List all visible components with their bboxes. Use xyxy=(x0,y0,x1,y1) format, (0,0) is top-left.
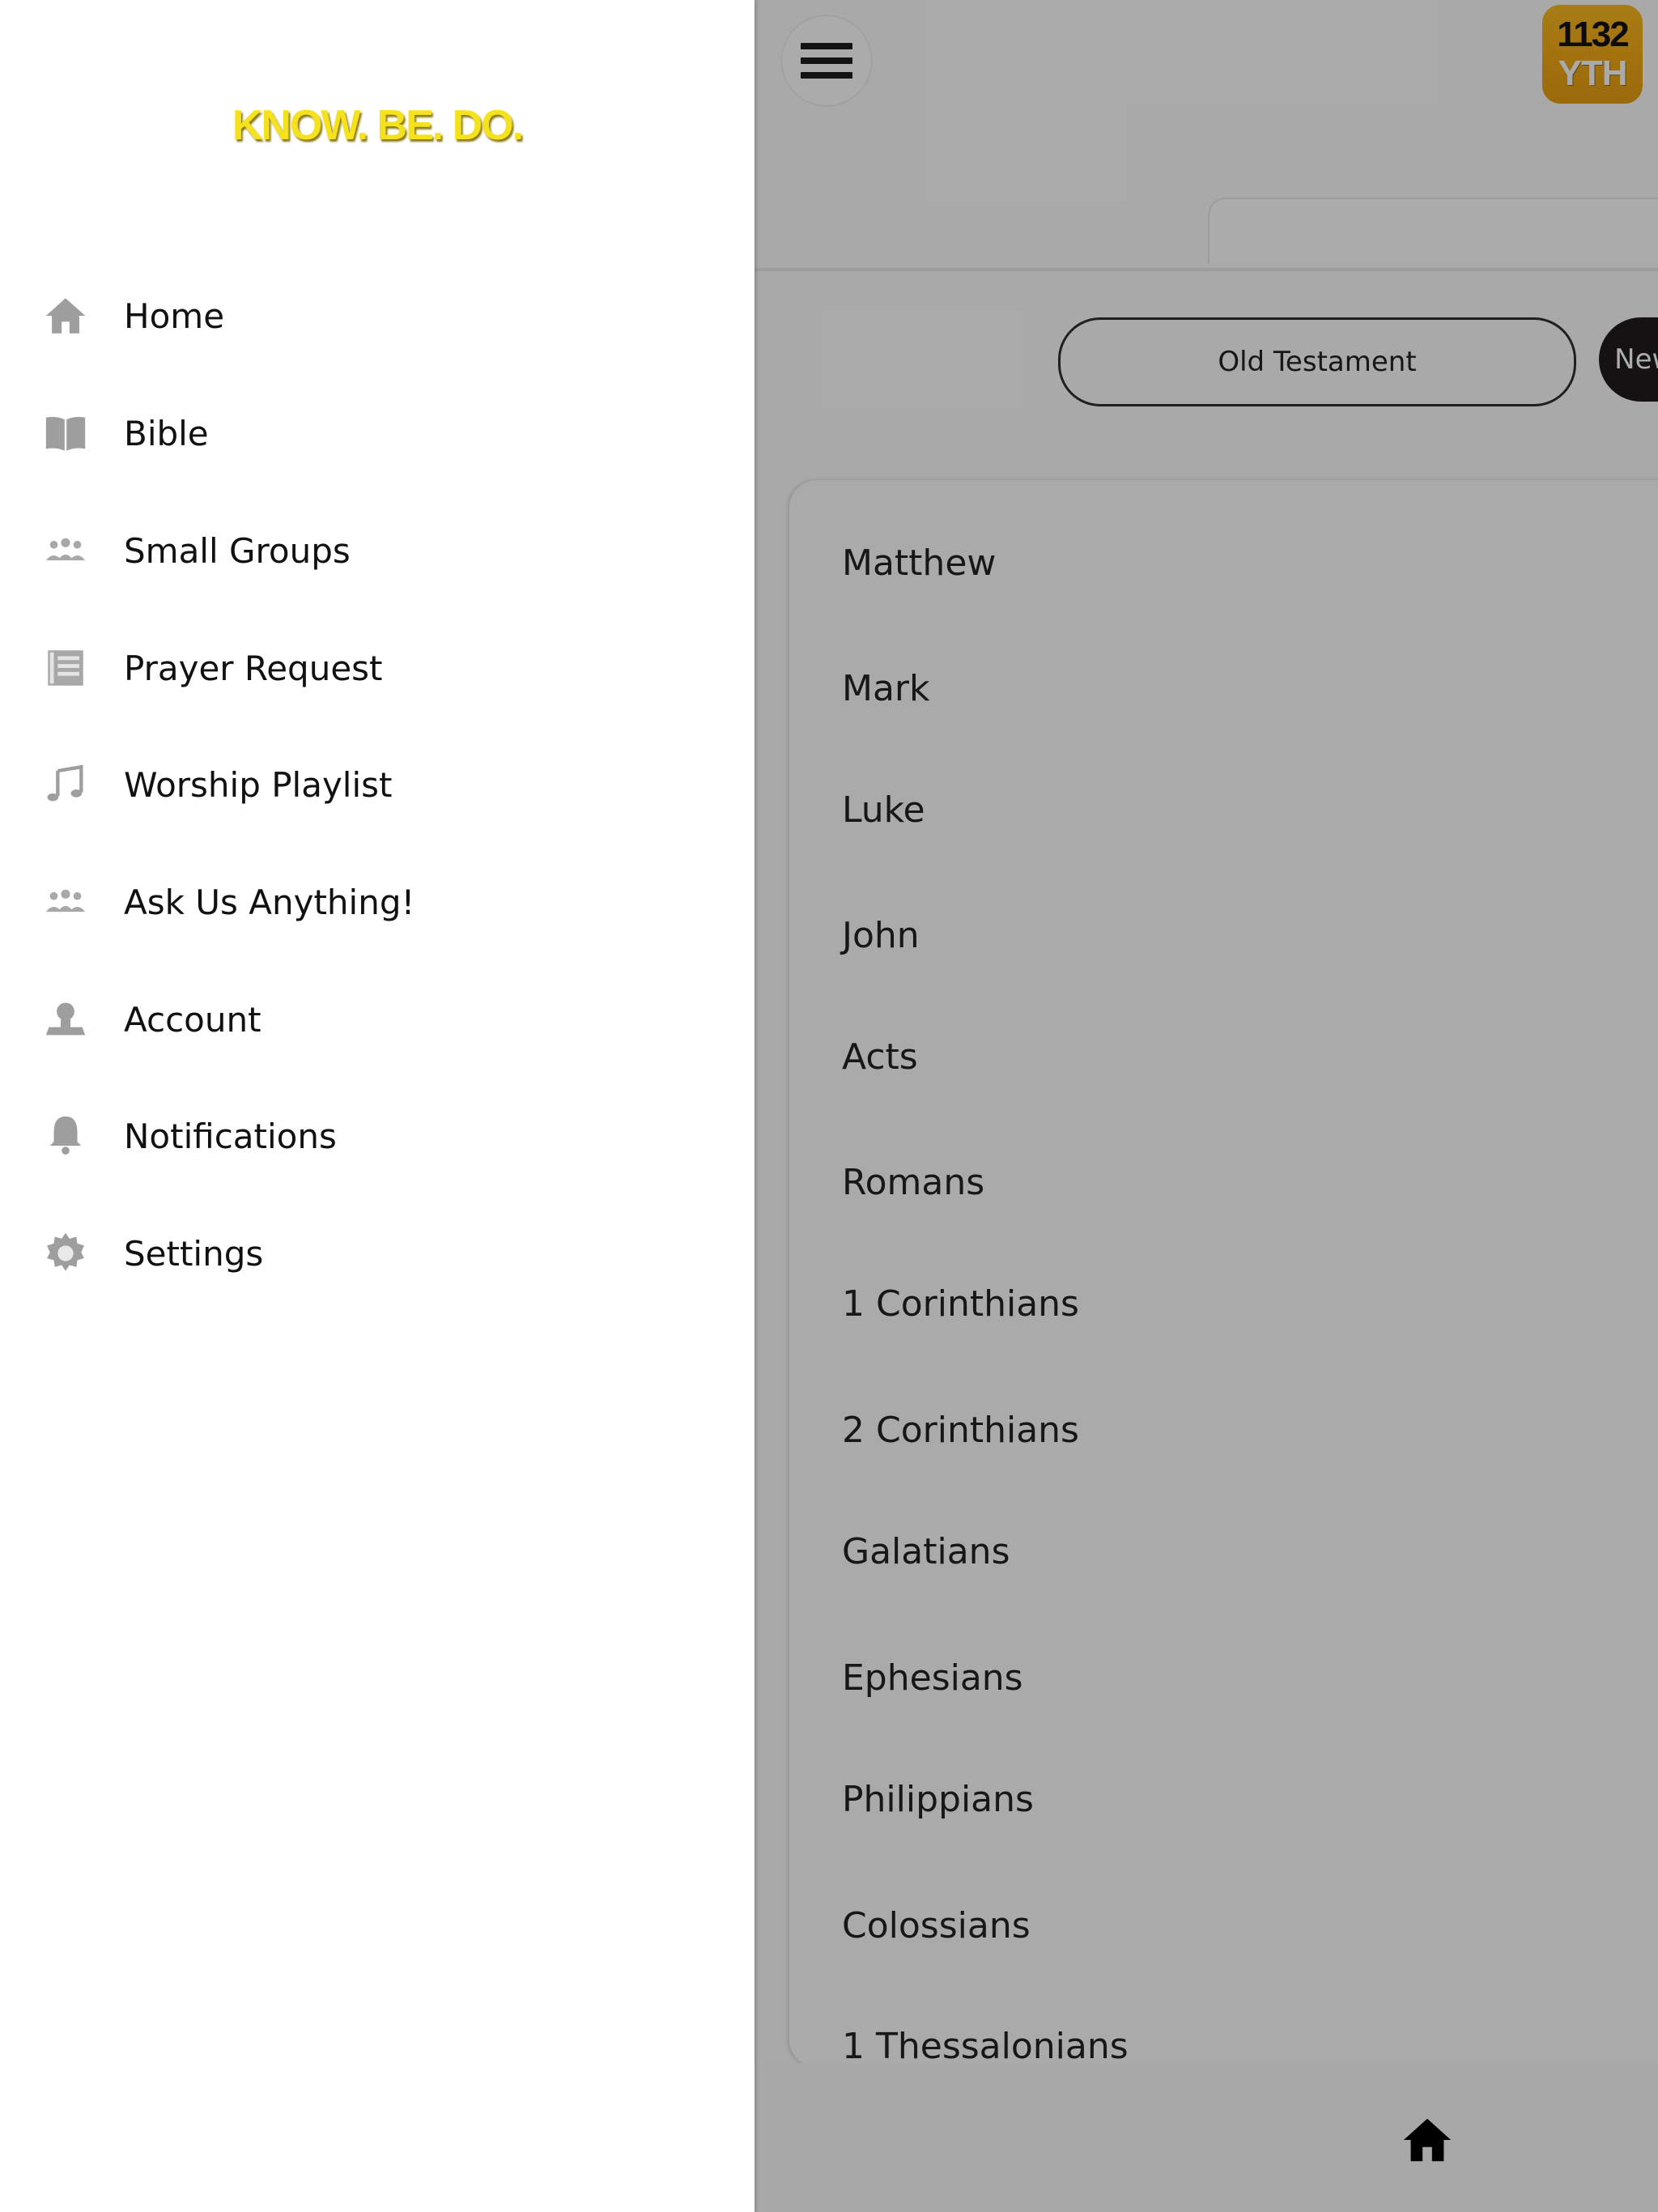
book-icon xyxy=(40,408,91,458)
book-list-item[interactable]: Acts xyxy=(842,1033,918,1082)
person-icon xyxy=(40,994,91,1044)
book-list-item[interactable]: Romans xyxy=(842,1159,984,1207)
book-list-item[interactable]: Galatians xyxy=(842,1528,1010,1576)
book-list-item[interactable]: John xyxy=(842,912,920,960)
app-logo-badge: 1132 YTH xyxy=(1542,5,1643,104)
drawer-item-settings[interactable]: Settings xyxy=(0,1205,755,1302)
badge-line1: 1132 xyxy=(1557,15,1629,54)
drawer-item-small-groups[interactable]: Small Groups xyxy=(0,502,755,599)
drawer-item-notifications[interactable]: Notifications xyxy=(0,1087,755,1185)
book-list-item[interactable]: Philippians xyxy=(842,1776,1034,1824)
group-icon xyxy=(40,525,91,576)
book-list-item[interactable]: Ephesians xyxy=(842,1654,1023,1703)
drawer-item-label: Ask Us Anything! xyxy=(124,882,415,922)
music-note-icon xyxy=(40,759,91,810)
drawer-item-label: Bible xyxy=(124,413,209,453)
bell-icon xyxy=(40,1111,91,1161)
drawer-item-label: Account xyxy=(124,999,261,1040)
book-list-item[interactable]: 2 Corinthians xyxy=(842,1406,1079,1455)
drawer-item-worship-playlist[interactable]: Worship Playlist xyxy=(0,736,755,833)
document-icon xyxy=(40,643,91,693)
drawer-item-label: Small Groups xyxy=(124,530,351,571)
new-testament-button[interactable]: New Testament xyxy=(1599,317,1658,402)
home-icon xyxy=(1403,2118,1452,2162)
bottom-nav-bar xyxy=(755,2063,1658,2212)
header-divider xyxy=(755,268,1658,271)
drawer-item-prayer-request[interactable]: Prayer Request xyxy=(0,619,755,717)
drawer-item-label: Home xyxy=(124,296,225,336)
books-list-card xyxy=(789,480,1658,2067)
search-field[interactable] xyxy=(1208,198,1658,264)
drawer-item-label: Prayer Request xyxy=(124,648,383,688)
menu-button[interactable] xyxy=(782,16,871,105)
group-icon xyxy=(40,877,91,927)
old-testament-button[interactable]: Old Testament xyxy=(1058,317,1576,406)
gear-icon xyxy=(40,1228,91,1278)
book-list-item[interactable]: Mark xyxy=(842,665,930,713)
drawer-item-label: Worship Playlist xyxy=(124,764,393,805)
drawer-item-bible[interactable]: Bible xyxy=(0,385,755,482)
drawer-item-label: Settings xyxy=(124,1233,264,1274)
brand-tagline: KNOW. BE. DO. xyxy=(232,102,524,149)
hamburger-icon xyxy=(801,43,852,79)
home-icon xyxy=(40,291,91,341)
book-list-item[interactable]: Colossians xyxy=(842,1902,1031,1950)
drawer-item-label: Notifications xyxy=(124,1116,337,1156)
drawer-item-account[interactable]: Account xyxy=(0,971,755,1068)
bottom-nav-home-button[interactable] xyxy=(1399,2112,1456,2168)
drawer-item-home[interactable]: Home xyxy=(0,267,755,364)
badge-line2: YTH xyxy=(1558,53,1628,93)
navigation-drawer: KNOW. BE. DO. Home Bible Small Groups Pr… xyxy=(0,0,755,2212)
book-list-item[interactable]: Matthew xyxy=(842,539,996,588)
drawer-item-ask-us-anything[interactable]: Ask Us Anything! xyxy=(0,853,755,951)
book-list-item[interactable]: Luke xyxy=(842,786,925,835)
book-list-item[interactable]: 1 Corinthians xyxy=(842,1280,1079,1329)
